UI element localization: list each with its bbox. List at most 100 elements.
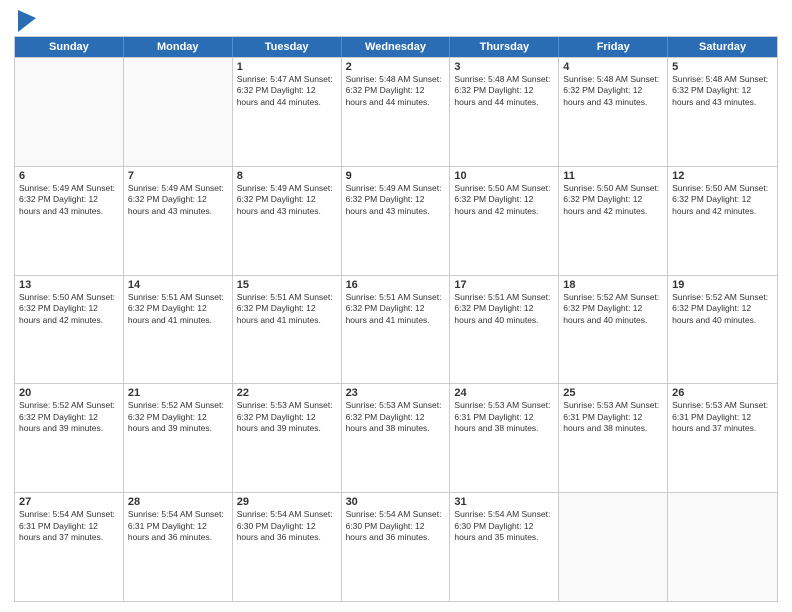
- calendar-body: 1Sunrise: 5:47 AM Sunset: 6:32 PM Daylig…: [15, 57, 777, 601]
- header: [14, 10, 778, 32]
- day-cell-18: 18Sunrise: 5:52 AM Sunset: 6:32 PM Dayli…: [559, 276, 668, 384]
- day-number: 15: [237, 279, 337, 291]
- day-info: Sunrise: 5:54 AM Sunset: 6:30 PM Dayligh…: [346, 509, 446, 543]
- day-cell-7: 7Sunrise: 5:49 AM Sunset: 6:32 PM Daylig…: [124, 167, 233, 275]
- day-info: Sunrise: 5:48 AM Sunset: 6:32 PM Dayligh…: [672, 74, 773, 108]
- day-info: Sunrise: 5:51 AM Sunset: 6:32 PM Dayligh…: [237, 292, 337, 326]
- day-number: 23: [346, 387, 446, 399]
- day-info: Sunrise: 5:53 AM Sunset: 6:31 PM Dayligh…: [563, 400, 663, 434]
- day-info: Sunrise: 5:52 AM Sunset: 6:32 PM Dayligh…: [672, 292, 773, 326]
- header-day-thursday: Thursday: [450, 37, 559, 57]
- day-info: Sunrise: 5:52 AM Sunset: 6:32 PM Dayligh…: [563, 292, 663, 326]
- day-cell-13: 13Sunrise: 5:50 AM Sunset: 6:32 PM Dayli…: [15, 276, 124, 384]
- header-day-saturday: Saturday: [668, 37, 777, 57]
- day-cell-9: 9Sunrise: 5:49 AM Sunset: 6:32 PM Daylig…: [342, 167, 451, 275]
- day-info: Sunrise: 5:54 AM Sunset: 6:30 PM Dayligh…: [237, 509, 337, 543]
- header-day-wednesday: Wednesday: [342, 37, 451, 57]
- day-number: 20: [19, 387, 119, 399]
- day-number: 16: [346, 279, 446, 291]
- day-cell-27: 27Sunrise: 5:54 AM Sunset: 6:31 PM Dayli…: [15, 493, 124, 601]
- day-info: Sunrise: 5:53 AM Sunset: 6:32 PM Dayligh…: [346, 400, 446, 434]
- day-info: Sunrise: 5:47 AM Sunset: 6:32 PM Dayligh…: [237, 74, 337, 108]
- page: SundayMondayTuesdayWednesdayThursdayFrid…: [0, 0, 792, 612]
- day-number: 19: [672, 279, 773, 291]
- header-day-friday: Friday: [559, 37, 668, 57]
- day-number: 25: [563, 387, 663, 399]
- day-number: 24: [454, 387, 554, 399]
- week-row-1: 1Sunrise: 5:47 AM Sunset: 6:32 PM Daylig…: [15, 57, 777, 166]
- logo: [14, 10, 36, 32]
- day-cell-16: 16Sunrise: 5:51 AM Sunset: 6:32 PM Dayli…: [342, 276, 451, 384]
- day-cell-24: 24Sunrise: 5:53 AM Sunset: 6:31 PM Dayli…: [450, 384, 559, 492]
- day-info: Sunrise: 5:48 AM Sunset: 6:32 PM Dayligh…: [563, 74, 663, 108]
- day-cell-31: 31Sunrise: 5:54 AM Sunset: 6:30 PM Dayli…: [450, 493, 559, 601]
- day-cell-2: 2Sunrise: 5:48 AM Sunset: 6:32 PM Daylig…: [342, 58, 451, 166]
- day-cell-26: 26Sunrise: 5:53 AM Sunset: 6:31 PM Dayli…: [668, 384, 777, 492]
- day-cell-10: 10Sunrise: 5:50 AM Sunset: 6:32 PM Dayli…: [450, 167, 559, 275]
- week-row-2: 6Sunrise: 5:49 AM Sunset: 6:32 PM Daylig…: [15, 166, 777, 275]
- day-info: Sunrise: 5:53 AM Sunset: 6:32 PM Dayligh…: [237, 400, 337, 434]
- day-cell-23: 23Sunrise: 5:53 AM Sunset: 6:32 PM Dayli…: [342, 384, 451, 492]
- day-cell-5: 5Sunrise: 5:48 AM Sunset: 6:32 PM Daylig…: [668, 58, 777, 166]
- day-number: 29: [237, 496, 337, 508]
- day-cell-28: 28Sunrise: 5:54 AM Sunset: 6:31 PM Dayli…: [124, 493, 233, 601]
- day-cell-17: 17Sunrise: 5:51 AM Sunset: 6:32 PM Dayli…: [450, 276, 559, 384]
- day-info: Sunrise: 5:49 AM Sunset: 6:32 PM Dayligh…: [19, 183, 119, 217]
- day-number: 12: [672, 170, 773, 182]
- day-info: Sunrise: 5:50 AM Sunset: 6:32 PM Dayligh…: [19, 292, 119, 326]
- calendar-header: SundayMondayTuesdayWednesdayThursdayFrid…: [15, 37, 777, 57]
- day-number: 2: [346, 61, 446, 73]
- day-info: Sunrise: 5:51 AM Sunset: 6:32 PM Dayligh…: [454, 292, 554, 326]
- day-info: Sunrise: 5:54 AM Sunset: 6:31 PM Dayligh…: [128, 509, 228, 543]
- week-row-5: 27Sunrise: 5:54 AM Sunset: 6:31 PM Dayli…: [15, 492, 777, 601]
- day-number: 10: [454, 170, 554, 182]
- header-day-tuesday: Tuesday: [233, 37, 342, 57]
- day-info: Sunrise: 5:49 AM Sunset: 6:32 PM Dayligh…: [237, 183, 337, 217]
- day-cell-empty: [15, 58, 124, 166]
- day-cell-1: 1Sunrise: 5:47 AM Sunset: 6:32 PM Daylig…: [233, 58, 342, 166]
- day-cell-empty: [124, 58, 233, 166]
- day-info: Sunrise: 5:54 AM Sunset: 6:30 PM Dayligh…: [454, 509, 554, 543]
- day-info: Sunrise: 5:53 AM Sunset: 6:31 PM Dayligh…: [454, 400, 554, 434]
- day-info: Sunrise: 5:50 AM Sunset: 6:32 PM Dayligh…: [563, 183, 663, 217]
- day-cell-29: 29Sunrise: 5:54 AM Sunset: 6:30 PM Dayli…: [233, 493, 342, 601]
- day-number: 21: [128, 387, 228, 399]
- day-cell-15: 15Sunrise: 5:51 AM Sunset: 6:32 PM Dayli…: [233, 276, 342, 384]
- day-number: 3: [454, 61, 554, 73]
- day-cell-21: 21Sunrise: 5:52 AM Sunset: 6:32 PM Dayli…: [124, 384, 233, 492]
- day-number: 6: [19, 170, 119, 182]
- day-number: 27: [19, 496, 119, 508]
- day-number: 14: [128, 279, 228, 291]
- day-number: 1: [237, 61, 337, 73]
- day-cell-8: 8Sunrise: 5:49 AM Sunset: 6:32 PM Daylig…: [233, 167, 342, 275]
- day-cell-20: 20Sunrise: 5:52 AM Sunset: 6:32 PM Dayli…: [15, 384, 124, 492]
- day-number: 28: [128, 496, 228, 508]
- day-cell-3: 3Sunrise: 5:48 AM Sunset: 6:32 PM Daylig…: [450, 58, 559, 166]
- day-number: 13: [19, 279, 119, 291]
- day-number: 7: [128, 170, 228, 182]
- day-info: Sunrise: 5:51 AM Sunset: 6:32 PM Dayligh…: [128, 292, 228, 326]
- header-day-monday: Monday: [124, 37, 233, 57]
- day-cell-22: 22Sunrise: 5:53 AM Sunset: 6:32 PM Dayli…: [233, 384, 342, 492]
- day-number: 4: [563, 61, 663, 73]
- day-cell-25: 25Sunrise: 5:53 AM Sunset: 6:31 PM Dayli…: [559, 384, 668, 492]
- day-number: 17: [454, 279, 554, 291]
- calendar: SundayMondayTuesdayWednesdayThursdayFrid…: [14, 36, 778, 602]
- week-row-4: 20 Sunrise: 5:52 AM Sunset: 6:32 PM Dayli…: [15, 383, 777, 492]
- day-cell-empty: [559, 493, 668, 601]
- day-cell-12: 12Sunrise: 5:50 AM Sunset: 6:32 PM Dayli…: [668, 167, 777, 275]
- day-cell-4: 4Sunrise: 5:48 AM Sunset: 6:32 PM Daylig…: [559, 58, 668, 166]
- day-number: 31: [454, 496, 554, 508]
- day-cell-14: 14Sunrise: 5:51 AM Sunset: 6:32 PM Dayli…: [124, 276, 233, 384]
- day-cell-empty: [668, 493, 777, 601]
- day-info: Sunrise: 5:52 AM Sunset: 6:32 PM Dayligh…: [128, 400, 228, 434]
- day-info: Sunrise: 5:50 AM Sunset: 6:32 PM Dayligh…: [672, 183, 773, 217]
- day-number: 18: [563, 279, 663, 291]
- day-info: Sunrise: 5:48 AM Sunset: 6:32 PM Dayligh…: [346, 74, 446, 108]
- day-cell-30: 30Sunrise: 5:54 AM Sunset: 6:30 PM Dayli…: [342, 493, 451, 601]
- day-info: Sunrise: 5:54 AM Sunset: 6:31 PM Dayligh…: [19, 509, 119, 543]
- day-number: 22: [237, 387, 337, 399]
- header-day-sunday: Sunday: [15, 37, 124, 57]
- day-info: Sunrise: 5:49 AM Sunset: 6:32 PM Dayligh…: [346, 183, 446, 217]
- day-info: Sunrise: 5:53 AM Sunset: 6:31 PM Dayligh…: [672, 400, 773, 434]
